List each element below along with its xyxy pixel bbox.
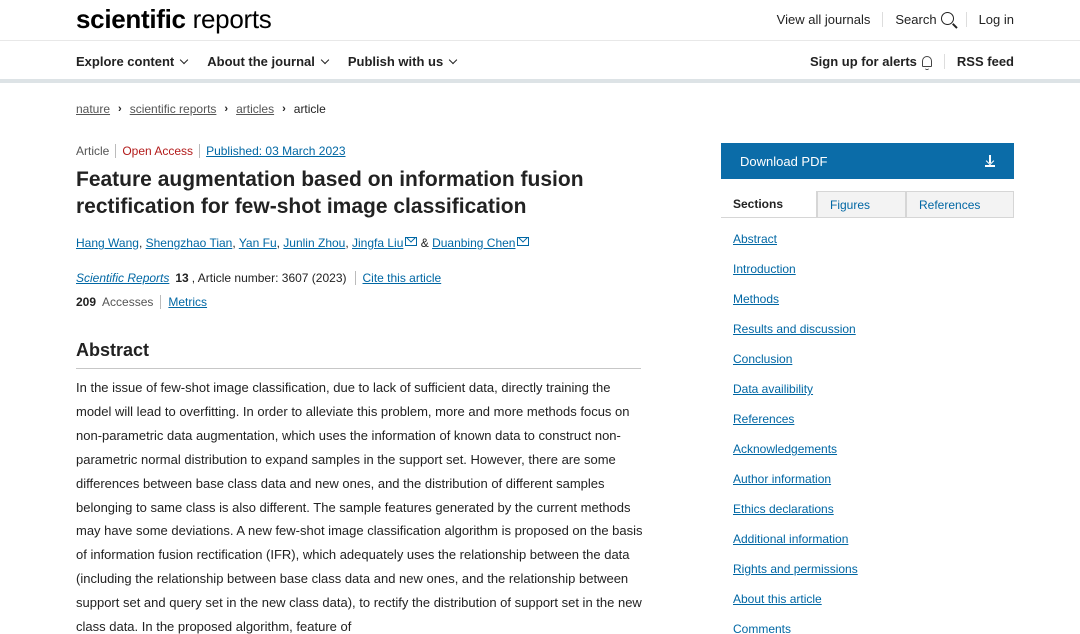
list-item: About this article xyxy=(733,592,858,622)
list-item: Methods xyxy=(733,292,858,322)
section-link-ethics[interactable]: Ethics declarations xyxy=(733,502,834,516)
mail-icon[interactable] xyxy=(405,237,418,246)
nav-actions: Sign up for alerts RSS feed xyxy=(798,54,1014,70)
author-link[interactable]: Duanbing Chen xyxy=(432,236,515,250)
search-icon xyxy=(940,12,954,25)
list-item: Conclusion xyxy=(733,352,858,382)
list-item: Author information xyxy=(733,472,858,502)
breadcrumb-scientific-reports[interactable]: scientific reports xyxy=(130,102,217,116)
section-link-acknowledgements[interactable]: Acknowledgements xyxy=(733,442,837,456)
main-nav: Explore content About the journal Publis… xyxy=(0,41,1080,83)
about-journal-menu[interactable]: About the journal xyxy=(207,54,330,69)
breadcrumb-nature[interactable]: nature xyxy=(76,102,110,116)
tab-sections[interactable]: Sections xyxy=(721,191,817,217)
nav-menus: Explore content About the journal Publis… xyxy=(76,54,476,69)
author-link[interactable]: Shengzhao Tian xyxy=(146,236,233,250)
sections-list: Abstract Introduction Methods Results an… xyxy=(733,232,858,634)
volume-number: 13 xyxy=(175,271,189,285)
publish-label: Publish with us xyxy=(347,54,444,69)
section-link-author-information[interactable]: Author information xyxy=(733,472,831,486)
accesses-count: 209 xyxy=(76,295,97,309)
publish-menu[interactable]: Publish with us xyxy=(347,54,458,69)
alerts-label: Sign up for alerts xyxy=(810,54,917,69)
abstract-heading: Abstract xyxy=(76,340,641,369)
article-number: , Article number: 3607 (2023) xyxy=(191,271,347,285)
section-link-rights[interactable]: Rights and permissions xyxy=(733,562,858,576)
list-item: Comments xyxy=(733,622,858,634)
chevron-down-icon xyxy=(320,55,330,64)
login-link[interactable]: Log in xyxy=(965,12,1014,27)
tab-references[interactable]: References xyxy=(906,191,1014,217)
section-link-data-availability[interactable]: Data availibility xyxy=(733,382,813,396)
rss-feed-link[interactable]: RSS feed xyxy=(943,54,1014,69)
view-all-journals-link[interactable]: View all journals xyxy=(765,12,883,27)
top-links: View all journals Search Log in xyxy=(765,12,1014,27)
logo-light: reports xyxy=(192,4,272,34)
chevron-right-icon: › xyxy=(118,103,122,115)
logo-bold: scientific xyxy=(76,4,186,34)
article-meta: Article Open Access Published: 03 March … xyxy=(76,144,352,158)
download-pdf-label: Download PDF xyxy=(740,153,828,169)
author-link[interactable]: Junlin Zhou xyxy=(283,236,345,250)
section-link-about-article[interactable]: About this article xyxy=(733,592,822,606)
citation-line: Scientific Reports 13 , Article number: … xyxy=(76,271,441,285)
section-link-comments[interactable]: Comments xyxy=(733,622,791,634)
download-pdf-button[interactable]: Download PDF xyxy=(721,143,1014,179)
explore-content-menu[interactable]: Explore content xyxy=(76,54,189,69)
search-label: Search xyxy=(895,12,937,27)
cite-article-link[interactable]: Cite this article xyxy=(354,271,441,285)
chevron-down-icon xyxy=(180,55,189,64)
author-list: Hang Wang, Shengzhao Tian, Yan Fu, Junli… xyxy=(76,236,530,250)
list-item: Additional information xyxy=(733,532,858,562)
article-type: Article xyxy=(76,144,110,158)
chevron-down-icon xyxy=(448,55,458,64)
download-icon xyxy=(985,155,995,167)
abstract-text: In the issue of few-shot image classific… xyxy=(76,380,643,634)
top-header: scientific reports View all journals Sea… xyxy=(0,0,1080,41)
bell-icon xyxy=(921,56,932,70)
list-item: Ethics declarations xyxy=(733,502,858,532)
chevron-right-icon: › xyxy=(282,103,286,115)
article-metrics: 209 Accesses Metrics xyxy=(76,295,207,309)
list-item: Data availibility xyxy=(733,382,858,412)
breadcrumb-articles[interactable]: articles xyxy=(236,102,274,116)
published-date-link[interactable]: Published: 03 March 2023 xyxy=(199,144,351,158)
chevron-right-icon: › xyxy=(224,103,229,115)
author-link[interactable]: Jingfa Liu xyxy=(352,236,403,250)
about-journal-label: About the journal xyxy=(207,54,315,69)
metrics-link[interactable]: Metrics xyxy=(160,295,207,309)
section-link-conclusion[interactable]: Conclusion xyxy=(733,352,792,366)
sidebar-tabs: Sections Figures References xyxy=(721,191,1014,218)
author-separator: , xyxy=(138,236,146,250)
journal-link[interactable]: Scientific Reports xyxy=(76,271,169,285)
tab-figures[interactable]: Figures xyxy=(817,191,906,217)
section-link-additional-information[interactable]: Additional information xyxy=(733,532,848,546)
list-item: Acknowledgements xyxy=(733,442,858,472)
site-logo[interactable]: scientific reports xyxy=(76,4,272,35)
list-item: References xyxy=(733,412,858,442)
explore-content-label: Explore content xyxy=(76,54,175,69)
breadcrumb: nature › scientific reports › articles ›… xyxy=(76,102,326,116)
section-link-results[interactable]: Results and discussion xyxy=(733,322,856,336)
alerts-signup-link[interactable]: Sign up for alerts xyxy=(798,54,944,70)
section-link-introduction[interactable]: Introduction xyxy=(733,262,796,276)
list-item: Abstract xyxy=(733,232,858,262)
list-item: Results and discussion xyxy=(733,322,858,352)
mail-icon[interactable] xyxy=(517,237,530,246)
section-link-references[interactable]: References xyxy=(733,412,794,426)
author-separator: , xyxy=(345,236,353,250)
article-title: Feature augmentation based on informatio… xyxy=(76,168,584,218)
author-link[interactable]: Yan Fu xyxy=(239,236,277,250)
author-and: & xyxy=(417,236,433,250)
breadcrumb-current: article xyxy=(293,102,326,116)
author-link[interactable]: Hang Wang xyxy=(76,236,139,250)
section-link-abstract[interactable]: Abstract xyxy=(733,232,777,246)
accesses-label: Accesses xyxy=(102,295,154,309)
open-access-badge: Open Access xyxy=(115,144,199,158)
list-item: Introduction xyxy=(733,262,858,292)
search-button[interactable]: Search xyxy=(882,12,965,27)
list-item: Rights and permissions xyxy=(733,562,858,592)
section-link-methods[interactable]: Methods xyxy=(733,292,779,306)
